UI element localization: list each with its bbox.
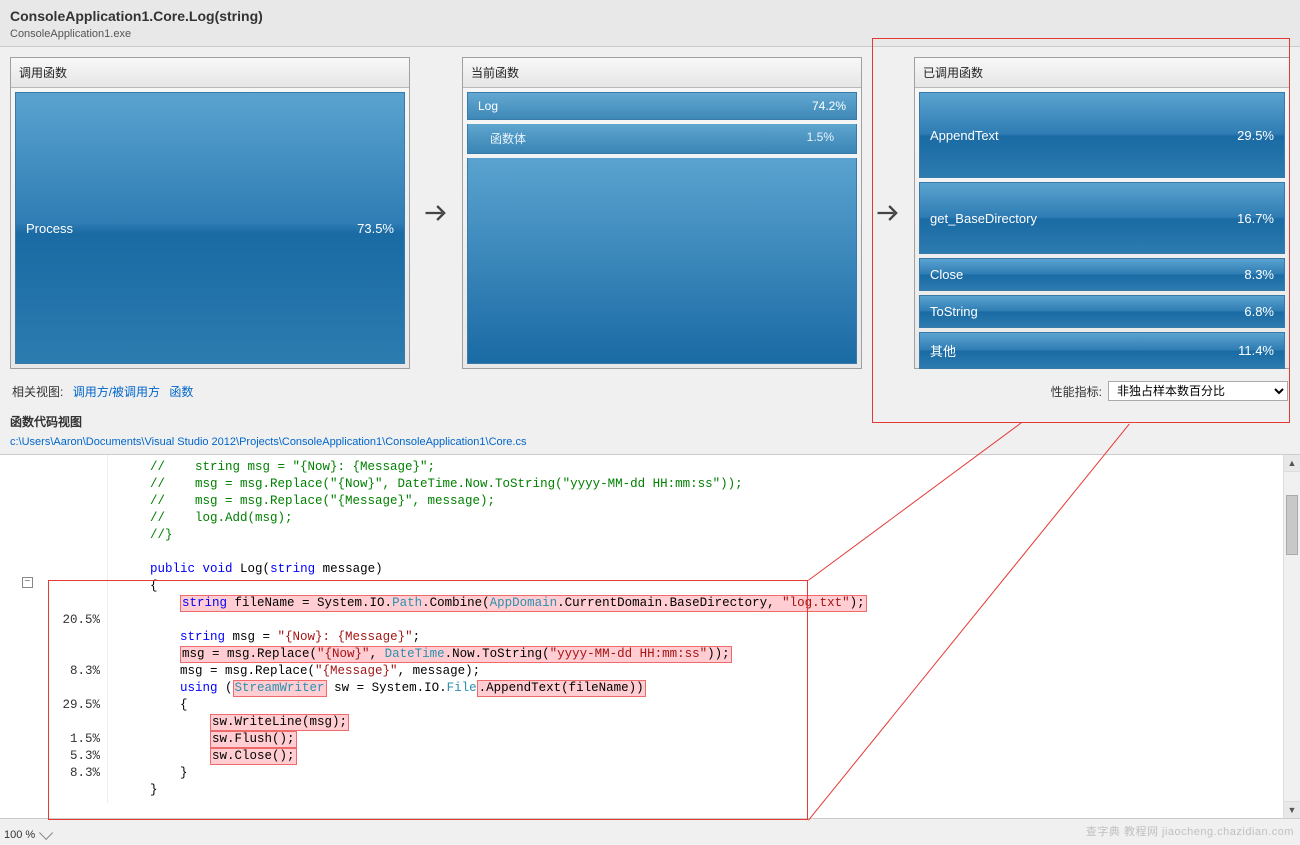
called-pct: 6.8% bbox=[1244, 304, 1274, 319]
called-name: 其他 bbox=[930, 341, 956, 360]
arrow-icon bbox=[870, 57, 906, 369]
code-view-title: 函数代码视图 bbox=[0, 409, 1300, 434]
line-pct-l14: 29.5% bbox=[56, 697, 100, 714]
current-body-row[interactable]: 函数体 1.5% bbox=[467, 124, 857, 154]
perf-metric-label: 性能指标: bbox=[1051, 383, 1102, 400]
current-log-pct: 74.2% bbox=[812, 99, 846, 113]
caller-name: Process bbox=[26, 221, 73, 236]
source-file-path[interactable]: c:\Users\Aaron\Documents\Visual Studio 2… bbox=[0, 434, 1300, 454]
called-name: get_BaseDirectory bbox=[930, 211, 1037, 226]
collapse-toggle[interactable]: − bbox=[22, 577, 33, 588]
perf-metric-select[interactable]: 非独占样本数百分比 bbox=[1108, 381, 1288, 401]
watermark: 查字典 教程网 jiaocheng.chazidian.com bbox=[1086, 823, 1294, 839]
current-body-name: 函数体 bbox=[490, 130, 526, 147]
called-name: AppendText bbox=[930, 128, 999, 143]
called-functions-panel: 已调用函数 AppendText 29.5% get_BaseDirectory 16… bbox=[914, 57, 1290, 369]
called-get_BaseDirectory[interactable]: get_BaseDirectory 16.7% bbox=[919, 182, 1285, 254]
called-pct: 8.3% bbox=[1244, 267, 1274, 282]
chevron-down-icon[interactable] bbox=[39, 826, 53, 840]
view-bar: 相关视图: 调用方/被调用方 函数 性能指标: 非独占样本数百分比 bbox=[0, 377, 1300, 409]
called-pct: 29.5% bbox=[1237, 128, 1274, 143]
line-pct-l12: 8.3% bbox=[56, 663, 100, 680]
called-ToString[interactable]: ToString 6.8% bbox=[919, 295, 1285, 328]
caller-process[interactable]: Process 73.5% bbox=[15, 92, 405, 364]
current-rest bbox=[467, 158, 857, 364]
called-name: ToString bbox=[930, 304, 978, 319]
called-pct: 16.7% bbox=[1237, 211, 1274, 226]
link-caller-callee[interactable]: 调用方/被调用方 bbox=[73, 385, 160, 399]
line-pct-l9: 20.5% bbox=[56, 612, 100, 629]
current-log-name: Log bbox=[478, 99, 498, 113]
current-log-row[interactable]: Log 74.2% bbox=[467, 92, 857, 120]
scroll-thumb[interactable] bbox=[1286, 495, 1298, 555]
line-pct-l16: 1.5% bbox=[56, 731, 100, 748]
zoom-control[interactable]: 100 % bbox=[4, 829, 49, 841]
arrow-icon bbox=[418, 57, 454, 369]
scroll-down-arrow[interactable]: ▼ bbox=[1284, 801, 1300, 818]
current-body-pct: 1.5% bbox=[807, 130, 834, 147]
called-name: Close bbox=[930, 267, 963, 282]
line-pct-l18: 8.3% bbox=[56, 765, 100, 782]
zoom-value: 100 % bbox=[4, 829, 35, 841]
calling-functions-panel: 调用函数 Process 73.5% bbox=[10, 57, 410, 369]
executable-name: ConsoleApplication1.exe bbox=[10, 28, 1290, 40]
called-pct: 11.4% bbox=[1238, 343, 1274, 358]
related-views-label: 相关视图: bbox=[12, 385, 63, 399]
gutter: − 20.5% 8.3% 29.5% 1.5% 5.3% 8.3% bbox=[0, 455, 108, 803]
called-Close[interactable]: Close 8.3% bbox=[919, 258, 1285, 291]
header: ConsoleApplication1.Core.Log(string) Con… bbox=[0, 0, 1300, 47]
called-functions-title: 已调用函数 bbox=[915, 58, 1289, 88]
current-function-title: 当前函数 bbox=[463, 58, 861, 88]
vertical-scrollbar[interactable]: ▲ ▼ bbox=[1283, 455, 1300, 818]
scroll-up-arrow[interactable]: ▲ bbox=[1284, 455, 1300, 472]
function-signature-title: ConsoleApplication1.Core.Log(string) bbox=[10, 8, 1290, 24]
current-function-panel: 当前函数 Log 74.2% 函数体 1.5% bbox=[462, 57, 862, 369]
line-pct-l17: 5.3% bbox=[56, 748, 100, 765]
code-viewer: − 20.5% 8.3% 29.5% 1.5% 5.3% 8.3% // str… bbox=[0, 454, 1300, 819]
called-AppendText[interactable]: AppendText 29.5% bbox=[919, 92, 1285, 178]
caller-pct: 73.5% bbox=[357, 221, 394, 236]
calling-functions-title: 调用函数 bbox=[11, 58, 409, 88]
code-content[interactable]: − 20.5% 8.3% 29.5% 1.5% 5.3% 8.3% // str… bbox=[0, 455, 1300, 803]
called-其他[interactable]: 其他 11.4% bbox=[919, 332, 1285, 369]
call-tree-columns: 调用函数 Process 73.5% 当前函数 Log 74.2% 函数体 1.… bbox=[0, 47, 1300, 377]
link-functions[interactable]: 函数 bbox=[169, 385, 193, 399]
